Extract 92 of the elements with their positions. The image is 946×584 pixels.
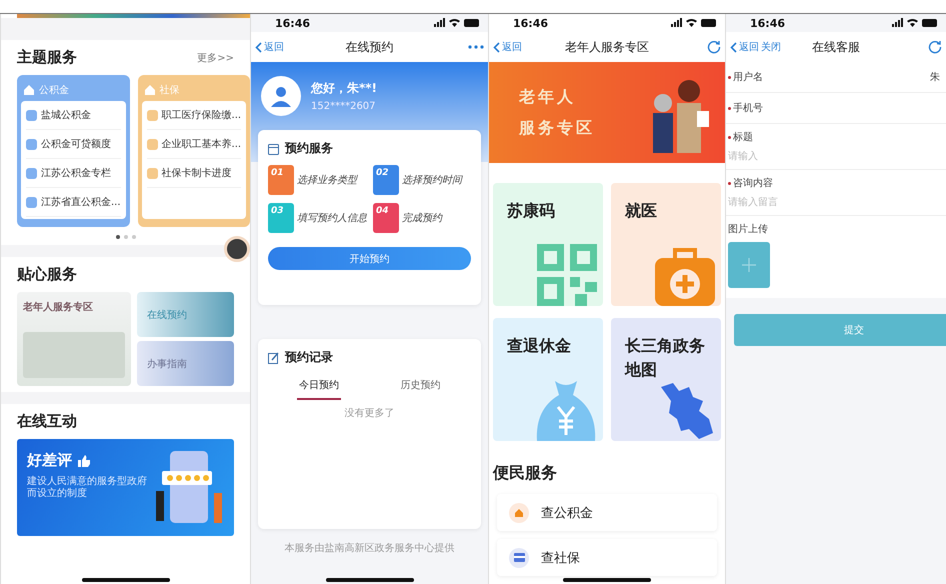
page-title: 在线客服 bbox=[811, 38, 861, 56]
banner-title: 好差评 bbox=[27, 451, 72, 470]
more-link[interactable]: 更多>> bbox=[197, 50, 234, 64]
card-title: 预约服务 bbox=[285, 140, 333, 157]
plus-icon bbox=[742, 258, 756, 272]
back-chevron-icon bbox=[493, 42, 500, 52]
service-tile[interactable]: 长三角政务地图 bbox=[611, 318, 721, 441]
step-number: 01 bbox=[268, 165, 294, 195]
records-tab[interactable]: 今日预约 bbox=[296, 374, 341, 400]
service-item[interactable]: 公积金可贷额度 bbox=[26, 130, 121, 159]
input-field[interactable]: 朱 bbox=[926, 72, 940, 82]
back-chevron-icon bbox=[730, 42, 737, 52]
feature-label: 老年人服务专区 bbox=[23, 300, 94, 314]
service-icon bbox=[26, 196, 37, 208]
field-label: 手机号 bbox=[733, 102, 763, 115]
status-icons bbox=[892, 18, 938, 28]
banner-title: 老年人 bbox=[519, 86, 577, 108]
step-label: 完成预约 bbox=[402, 212, 442, 225]
house-icon bbox=[509, 502, 529, 522]
feature-card[interactable]: 老年人服务专区 bbox=[17, 292, 131, 386]
close-link[interactable]: 关闭 bbox=[761, 40, 781, 54]
back-link[interactable]: 返回 bbox=[739, 40, 759, 54]
service-item[interactable]: 职工医疗保险缴... bbox=[146, 101, 242, 130]
service-tile[interactable]: 苏康码 bbox=[493, 183, 603, 306]
input-field[interactable]: 请输入 bbox=[728, 151, 940, 162]
tile-label: 长三角政务地图 bbox=[625, 335, 706, 381]
service-icon bbox=[26, 168, 37, 178]
category-icon bbox=[144, 84, 156, 96]
service-item[interactable]: 企业职工基本养... bbox=[146, 130, 242, 159]
edit-note-icon bbox=[268, 352, 280, 364]
thumbs-up-icon bbox=[78, 454, 90, 466]
field-label: 标题 bbox=[733, 130, 753, 144]
step-label: 选择预约时间 bbox=[402, 174, 462, 187]
more-options-icon[interactable] bbox=[468, 45, 484, 49]
carousel-dot[interactable] bbox=[124, 235, 128, 239]
status-icons bbox=[671, 18, 717, 28]
step-label: 填写预约人信息 bbox=[297, 212, 367, 225]
service-item[interactable]: 江苏公积金专栏 bbox=[26, 159, 121, 188]
rating-banner[interactable]: 好差评 建设人民满意的服务型政府而设立的制度 bbox=[17, 439, 234, 536]
section-title: 主题服务 bbox=[17, 48, 77, 67]
status-time: 16:46 bbox=[750, 16, 786, 30]
card-title: 预约记录 bbox=[285, 349, 333, 366]
section-title: 在线互动 bbox=[17, 412, 77, 431]
tile-label: 就医 bbox=[625, 200, 658, 222]
section-title: 便民服务 bbox=[492, 462, 558, 484]
calendar-icon bbox=[268, 142, 280, 154]
back-chevron-icon bbox=[255, 42, 262, 52]
field-label: 图片上传 bbox=[728, 222, 769, 236]
service-item[interactable]: 江苏省直公积金... bbox=[26, 188, 121, 217]
step-label: 选择业务类型 bbox=[297, 174, 357, 187]
field-label: 咨询内容 bbox=[733, 176, 773, 190]
service-icon bbox=[26, 110, 37, 120]
service-icon bbox=[26, 138, 37, 150]
step-number: 04 bbox=[373, 203, 399, 233]
money-bag-icon bbox=[535, 379, 597, 441]
page-title: 在线预约 bbox=[344, 38, 394, 56]
service-row[interactable]: 查社保 bbox=[497, 539, 717, 576]
back-link[interactable]: 返回 bbox=[264, 40, 284, 54]
person-silhouette-icon bbox=[270, 85, 292, 107]
section-title: 贴心服务 bbox=[17, 265, 77, 284]
back-link[interactable]: 返回 bbox=[502, 40, 522, 54]
phone-number: 152****2607 bbox=[311, 101, 377, 112]
field-label: 用户名 bbox=[733, 70, 763, 84]
status-time: 16:46 bbox=[513, 16, 548, 30]
step-number: 03 bbox=[268, 203, 294, 233]
carousel-dot[interactable] bbox=[132, 235, 136, 239]
empty-message: 没有更多了 bbox=[344, 407, 396, 420]
footer-note: 本服务由盐南高新区政务服务中心提供 bbox=[284, 542, 456, 555]
step-number: 02 bbox=[373, 165, 399, 195]
page-title: 老年人服务专区 bbox=[564, 38, 650, 56]
tile-label: 查退休金 bbox=[507, 335, 572, 357]
service-item[interactable]: 社保卡制卡进度 bbox=[146, 159, 242, 188]
service-tile[interactable]: 查退休金 bbox=[493, 318, 603, 441]
records-tab[interactable]: 历史预约 bbox=[398, 374, 442, 400]
service-icon bbox=[146, 168, 158, 178]
card-icon bbox=[509, 548, 529, 568]
service-icon bbox=[146, 138, 158, 150]
service-icon bbox=[146, 110, 158, 120]
tile-label: 苏康码 bbox=[507, 200, 556, 222]
service-tile[interactable]: 就医 bbox=[611, 183, 721, 306]
qr-code-icon bbox=[537, 244, 597, 306]
refresh-icon[interactable] bbox=[707, 40, 721, 54]
carousel-dot[interactable] bbox=[116, 235, 120, 239]
service-row[interactable]: 查公积金 bbox=[497, 494, 717, 531]
status-icons bbox=[434, 18, 480, 28]
refresh-icon[interactable] bbox=[928, 40, 942, 54]
greeting: 您好，朱**! bbox=[311, 80, 378, 97]
banner-title: 服务专区 bbox=[519, 118, 595, 138]
status-time: 16:46 bbox=[275, 16, 310, 30]
banner-text: 建设人民满意的服务型政府而设立的制度 bbox=[27, 476, 148, 500]
category-icon bbox=[23, 84, 35, 96]
service-item[interactable]: 盐城公积金 bbox=[26, 101, 121, 130]
